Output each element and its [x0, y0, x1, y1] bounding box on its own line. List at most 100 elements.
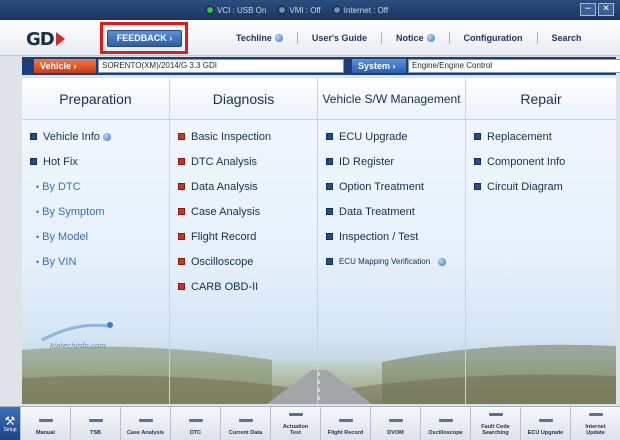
- menu-item-basic-inspection[interactable]: Basic Inspection: [178, 124, 317, 149]
- toolbar-item-label: TSB: [90, 430, 101, 436]
- system-select-button[interactable]: System ›: [352, 59, 406, 73]
- minimize-button[interactable]: −: [580, 3, 596, 16]
- feedback-button[interactable]: FEEDBACK ›: [107, 30, 182, 47]
- menu-item-by-dtc[interactable]: • By DTC: [30, 174, 169, 199]
- toolbar-case-analysis-button[interactable]: Case Analysis: [120, 407, 170, 440]
- toolbar-ecu-upgrade-button[interactable]: ECU Upgrade: [520, 407, 570, 440]
- nav-techline-label: Techline: [236, 33, 272, 43]
- nav-notice-label: Notice: [396, 33, 424, 43]
- menu-item-id-register[interactable]: ID Register: [326, 149, 465, 174]
- preparation-header: Preparation: [22, 78, 169, 120]
- menu-item-inspection-test[interactable]: Inspection / Test: [326, 224, 465, 249]
- vci-status: VCI : USB On: [206, 6, 266, 15]
- menu-item-ecu-upgrade[interactable]: ECU Upgrade: [326, 124, 465, 149]
- toolbar-item-icon: [538, 419, 553, 422]
- menu-item-label: ID Register: [339, 155, 395, 168]
- vmi-status: VMI : Off: [278, 5, 321, 15]
- menu-item-component-info[interactable]: Component Info: [474, 149, 616, 174]
- menu-item-label: By DTC: [42, 180, 81, 193]
- nav-techline[interactable]: Techline: [222, 33, 297, 43]
- vehicle-sw-column: Vehicle S/W Management ECU Upgrade ID Re…: [318, 78, 466, 404]
- bullet-icon: [30, 158, 37, 165]
- close-button[interactable]: ✕: [598, 3, 614, 16]
- toolbar-dtc-button[interactable]: DTC: [170, 407, 220, 440]
- sub-bullet-icon: •: [36, 231, 40, 242]
- vci-status-icon: [206, 6, 214, 14]
- toolbar-item-icon: [38, 419, 53, 422]
- menu-item-case-analysis[interactable]: Case Analysis: [178, 199, 317, 224]
- menu-item-flight-record[interactable]: Flight Record: [178, 224, 317, 249]
- menu-item-ecu-mapping-verification[interactable]: ECU Mapping Verification: [326, 249, 465, 274]
- menu-item-by-model[interactable]: • By Model: [30, 224, 169, 249]
- toolbar-item-label: Case Analysis: [126, 430, 165, 436]
- menu-item-vehicle-info[interactable]: Vehicle Info: [30, 124, 169, 149]
- nav-configuration[interactable]: Configuration: [450, 33, 537, 43]
- bullet-icon: [178, 233, 185, 240]
- toolbar-item-icon: [138, 419, 153, 422]
- watermark-swoosh-icon: [41, 322, 113, 342]
- nav-search[interactable]: Search: [538, 33, 596, 43]
- toolbar-actuation-test-button[interactable]: Actuation Test: [270, 407, 320, 440]
- menu-item-label: By Symptom: [42, 205, 105, 218]
- menu-item-hot-fix[interactable]: Hot Fix: [30, 149, 169, 174]
- menu-item-by-vin[interactable]: • By VIN: [30, 249, 169, 274]
- menu-item-label: Vehicle Info: [43, 130, 100, 143]
- toolbar-item-label: Current Data: [228, 430, 263, 436]
- menu-item-label: Data Analysis: [191, 180, 258, 193]
- toolbar-item-icon: [88, 419, 103, 422]
- menu-item-label: Component Info: [487, 155, 566, 168]
- vehicle-field[interactable]: SORENTO(XM)/2014/G 3.3 GDI: [98, 59, 344, 73]
- toolbar-oscilloscope-button[interactable]: Oscilloscope: [420, 407, 470, 440]
- toolbar-flight-record-button[interactable]: Flight Record: [320, 407, 370, 440]
- notice-info-icon: [426, 34, 435, 42]
- menu-item-data-treatment[interactable]: Data Treatment: [326, 199, 465, 224]
- setup-label: Setup: [3, 426, 17, 433]
- bullet-icon: [326, 208, 333, 215]
- toolbar-tsb-button[interactable]: TSB: [70, 407, 120, 440]
- toolbar-manual-button[interactable]: Manual: [20, 407, 70, 440]
- vehicle-select-button[interactable]: Vehicle ›: [34, 59, 96, 73]
- menu-item-carb-obd[interactable]: CARB OBD-II: [178, 274, 317, 299]
- menu-item-replacement[interactable]: Replacement: [474, 124, 616, 149]
- bullet-icon: [178, 183, 185, 190]
- vmi-status-label: VMI : Off: [289, 5, 321, 15]
- bullet-icon: [178, 158, 185, 165]
- bullet-icon: [326, 258, 333, 265]
- menu-item-option-treatment[interactable]: Option Treatment: [326, 174, 465, 199]
- nav-users-guide[interactable]: User's Guide: [298, 33, 381, 43]
- nav-notice[interactable]: Notice: [382, 33, 449, 43]
- diagnosis-menu: Basic Inspection DTC Analysis Data Analy…: [170, 120, 317, 299]
- preparation-menu: Vehicle Info Hot Fix • By DTC • By Sympt…: [22, 120, 169, 274]
- watermark-logo: kiatechinfo.com: [36, 318, 116, 360]
- menu-item-dtc-analysis[interactable]: DTC Analysis: [178, 149, 317, 174]
- title-bar: VCI : USB On VMI : Off Internet : Off − …: [0, 0, 620, 20]
- vehicle-sw-menu: ECU Upgrade ID Register Option Treatment…: [318, 120, 465, 274]
- bullet-icon: [326, 158, 333, 165]
- sub-bullet-icon: •: [36, 256, 40, 267]
- toolbar-item-label: Manual: [36, 430, 55, 436]
- toolbar-internet-update-button[interactable]: Internet Update: [570, 407, 620, 440]
- toolbar-fault-code-searching-button[interactable]: Fault Code Searching: [470, 407, 520, 440]
- menu-item-oscilloscope[interactable]: Oscilloscope: [178, 249, 317, 274]
- bullet-icon: [178, 208, 185, 215]
- menu-item-label: Inspection / Test: [339, 230, 419, 243]
- bullet-icon: [326, 133, 333, 140]
- vehicle-sw-header: Vehicle S/W Management: [318, 78, 465, 120]
- menu-item-circuit-diagram[interactable]: Circuit Diagram: [474, 174, 616, 199]
- setup-button[interactable]: ⚒ Setup: [0, 407, 20, 440]
- toolbar-item-label: Flight Record: [327, 430, 364, 436]
- menu-item-by-symptom[interactable]: • By Symptom: [30, 199, 169, 224]
- toolbar-dvom-button[interactable]: DVOM: [370, 407, 420, 440]
- internet-status-icon: [332, 6, 341, 14]
- system-field[interactable]: Engine/Engine Control: [408, 59, 620, 73]
- bullet-icon: [178, 283, 185, 290]
- bullet-icon: [474, 158, 481, 165]
- diagnosis-column: Diagnosis Basic Inspection DTC Analysis …: [170, 78, 318, 404]
- menu-item-data-analysis[interactable]: Data Analysis: [178, 174, 317, 199]
- toolbar-item-icon: [438, 419, 453, 422]
- toolbar-current-data-button[interactable]: Current Data: [220, 407, 270, 440]
- menu-item-label: ECU Mapping Verification: [339, 257, 431, 266]
- menu-item-label: ECU Upgrade: [339, 130, 408, 143]
- menu-item-label: Option Treatment: [339, 180, 424, 193]
- menu-item-label: Circuit Diagram: [487, 180, 563, 193]
